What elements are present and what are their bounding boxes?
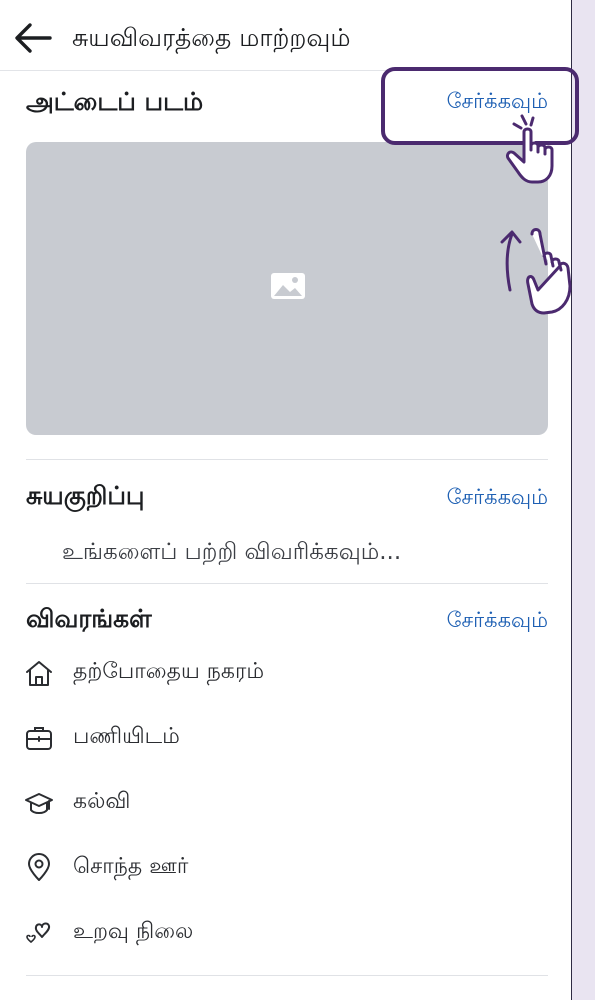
- divider: [26, 583, 548, 584]
- cover-photo-add-button[interactable]: சேர்க்கவும்: [447, 86, 548, 116]
- graduation-cap-icon: [25, 793, 53, 814]
- bio-title: சுயகுறிப்பு: [26, 481, 145, 510]
- page-title: சுயவிவரத்தை மாற்றவும்: [72, 23, 351, 52]
- details-item-hometown[interactable]: சொந்த ஊர்: [24, 847, 544, 887]
- briefcase-icon: [26, 727, 52, 750]
- divider: [26, 975, 548, 976]
- details-item-relationship[interactable]: உறவு நிலை: [24, 912, 544, 952]
- edit-profile-screen: சுயவிவரத்தை மாற்றவும் அட்டைப் படம் சேர்க…: [0, 0, 572, 1000]
- details-item-workplace[interactable]: பணியிடம்: [24, 717, 544, 757]
- header-bar: சுயவிவரத்தை மாற்றவும்: [0, 0, 571, 71]
- location-pin-icon: [28, 853, 50, 881]
- divider: [26, 459, 548, 460]
- image-icon: [271, 273, 305, 299]
- cover-photo-placeholder[interactable]: [26, 142, 548, 435]
- details-item-label: சொந்த ஊர்: [73, 854, 189, 879]
- bio-add-button[interactable]: சேர்க்கவும்: [447, 482, 548, 512]
- bio-placeholder-text[interactable]: உங்களைப் பற்றி விவரிக்கவும்...: [62, 536, 401, 568]
- details-add-button[interactable]: சேர்க்கவும்: [447, 605, 548, 635]
- home-icon: [26, 661, 52, 686]
- cover-photo-title: அட்டைப் படம்: [26, 87, 204, 116]
- details-item-label: கல்வி: [73, 789, 131, 814]
- details-item-education[interactable]: கல்வி: [24, 782, 544, 822]
- details-item-label: உறவு நிலை: [73, 919, 194, 944]
- details-item-current-city[interactable]: தற்போதைய நகரம்: [24, 652, 544, 692]
- details-item-label: தற்போதைய நகரம்: [73, 659, 265, 684]
- arrow-left-icon[interactable]: [12, 20, 54, 56]
- hearts-icon: [26, 922, 51, 943]
- details-title: விவரங்கள்: [26, 604, 152, 633]
- details-item-label: பணியிடம்: [73, 724, 180, 749]
